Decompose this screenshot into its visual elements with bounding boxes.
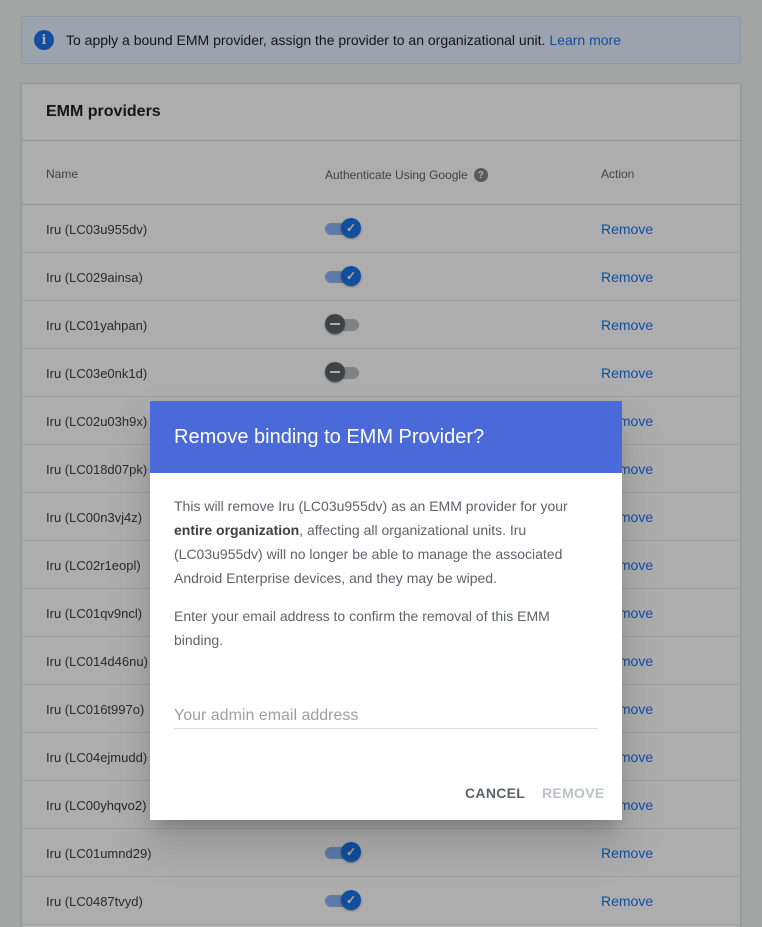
dialog-warning-emphasis: entire organization bbox=[174, 522, 300, 538]
admin-email-input[interactable] bbox=[174, 703, 598, 729]
cancel-button[interactable]: CANCEL bbox=[465, 785, 525, 801]
remove-binding-dialog: Remove binding to EMM Provider? This wil… bbox=[150, 401, 622, 820]
dialog-body: This will remove Iru (LC03u955dv) as an … bbox=[150, 473, 622, 652]
dialog-warning-part1: This will remove Iru (LC03u955dv) as an … bbox=[174, 498, 568, 514]
dialog-warning-text: This will remove Iru (LC03u955dv) as an … bbox=[174, 494, 598, 590]
remove-button[interactable]: REMOVE bbox=[542, 785, 604, 801]
dialog-title: Remove binding to EMM Provider? bbox=[150, 401, 622, 473]
dialog-instruction-text: Enter your email address to confirm the … bbox=[174, 608, 550, 648]
